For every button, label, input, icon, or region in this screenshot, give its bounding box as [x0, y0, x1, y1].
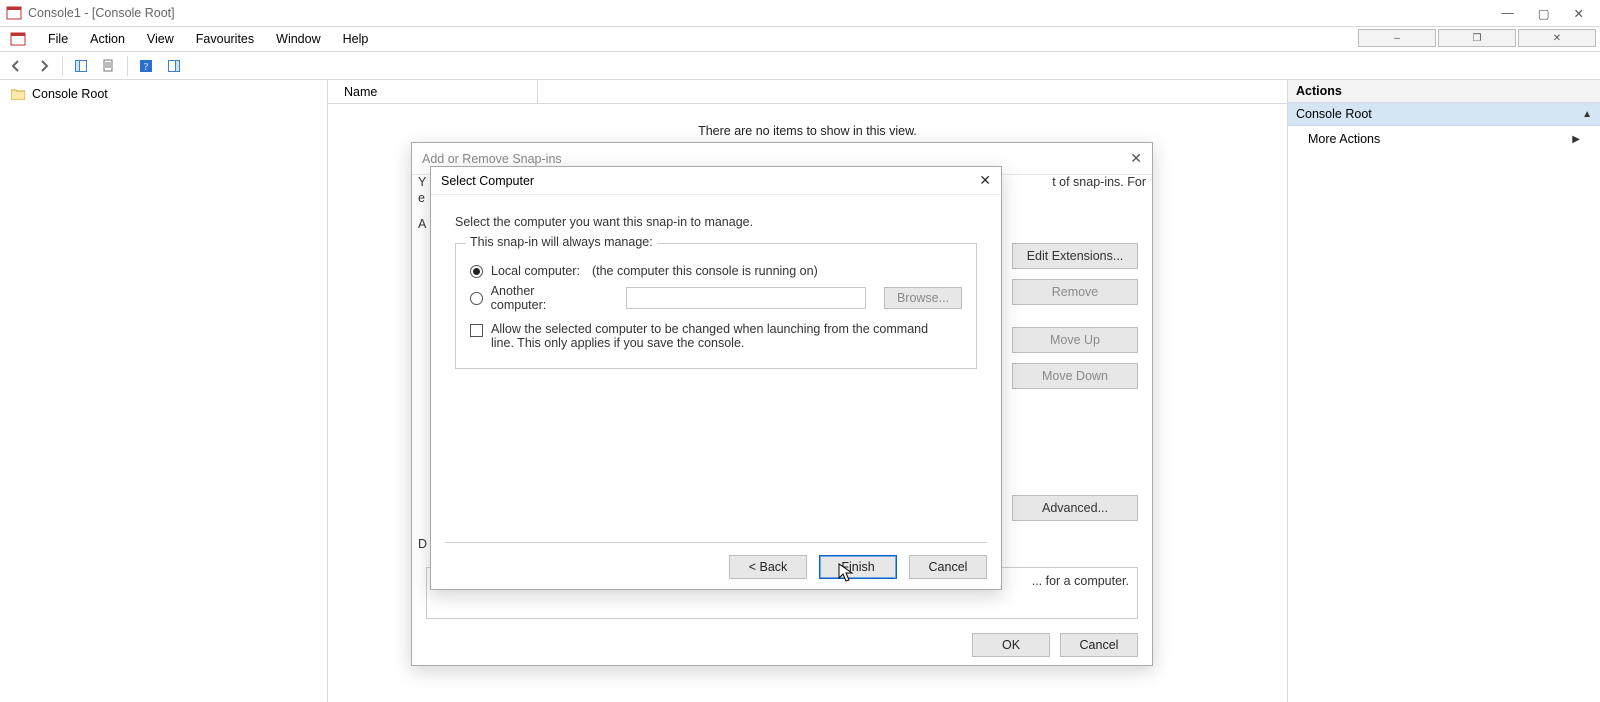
help-button[interactable]: ?: [134, 54, 158, 78]
back-button[interactable]: [4, 54, 28, 78]
mdi-minimize[interactable]: ‒: [1358, 29, 1436, 47]
tree-item-console-root[interactable]: Console Root: [6, 84, 321, 104]
scope-tree[interactable]: Console Root: [0, 80, 328, 702]
checkbox-icon[interactable]: [470, 324, 483, 337]
mdi-controls: ‒ ❐ ✕: [1358, 29, 1596, 47]
dialog-intro-1b: t of snap-ins. For: [1052, 175, 1146, 189]
mdi-restore[interactable]: ❐: [1438, 29, 1516, 47]
empty-list-text: There are no items to show in this view.: [328, 124, 1287, 138]
allow-change-label: Allow the selected computer to be change…: [491, 322, 931, 350]
actions-header: Actions: [1288, 80, 1600, 103]
dialog-intro-1: Y: [418, 175, 426, 189]
more-actions-label: More Actions: [1308, 132, 1380, 146]
mmc-icon: [10, 31, 26, 47]
advanced-button[interactable]: Advanced...: [1012, 495, 1138, 521]
list-header: Name: [328, 80, 1287, 104]
forward-button[interactable]: [32, 54, 56, 78]
cancel-button[interactable]: Cancel: [909, 555, 987, 579]
menu-view[interactable]: View: [147, 32, 174, 46]
mmc-icon: [6, 5, 22, 21]
computer-name-input[interactable]: [626, 287, 866, 309]
radio-local-hint: (the computer this console is running on…: [592, 264, 818, 278]
dialog-intro-2: e: [418, 191, 425, 205]
separator: [127, 56, 128, 76]
collapse-icon[interactable]: ▲: [1582, 109, 1592, 120]
menu-action[interactable]: Action: [90, 32, 125, 46]
dialog-side-buttons: Edit Extensions... Remove Move Up Move D…: [1012, 243, 1138, 399]
separator: [445, 542, 987, 543]
show-hide-tree-button[interactable]: [69, 54, 93, 78]
column-name[interactable]: Name: [338, 80, 538, 103]
radio-local-label: Local computer:: [491, 264, 580, 278]
folder-icon: [10, 86, 26, 102]
description-label: D: [418, 537, 427, 551]
chevron-right-icon: ▶: [1572, 134, 1580, 145]
radio-icon[interactable]: [470, 265, 483, 278]
toolbar: ?: [0, 52, 1600, 80]
menu-bar: File Action View Favourites Window Help …: [0, 26, 1600, 52]
move-down-button[interactable]: Move Down: [1012, 363, 1138, 389]
menu-file[interactable]: File: [48, 32, 68, 46]
menu-favourites[interactable]: Favourites: [196, 32, 254, 46]
actions-group-label: Console Root: [1296, 107, 1372, 121]
group-legend: This snap-in will always manage:: [466, 235, 657, 249]
more-actions[interactable]: More Actions ▶: [1288, 126, 1600, 152]
maximize-icon[interactable]: ▢: [1538, 6, 1550, 21]
dialog-footer: OK Cancel: [412, 625, 1152, 665]
allow-change-checkbox-row[interactable]: Allow the selected computer to be change…: [470, 322, 962, 350]
radio-other-label: Another computer:: [491, 284, 591, 312]
edit-extensions-button[interactable]: Edit Extensions...: [1012, 243, 1138, 269]
close-icon[interactable]: ✕: [1574, 6, 1584, 21]
ok-button[interactable]: OK: [972, 633, 1050, 657]
export-list-button[interactable]: [97, 54, 121, 78]
radio-another-computer[interactable]: Another computer: Browse...: [470, 284, 962, 312]
browse-button[interactable]: Browse...: [884, 287, 962, 309]
select-computer-dialog: Select Computer ✕ Select the computer yo…: [430, 166, 1002, 590]
tree-item-label: Console Root: [32, 87, 108, 101]
dialog-prompt: Select the computer you want this snap-i…: [455, 215, 977, 229]
window-title: Console1 - [Console Root]: [28, 6, 175, 20]
menu-help[interactable]: Help: [343, 32, 369, 46]
dialog-titlebar[interactable]: Select Computer ✕: [431, 167, 1001, 195]
minimize-icon[interactable]: —: [1501, 6, 1514, 21]
dialog-close-icon[interactable]: ✕: [979, 172, 991, 189]
mdi-close[interactable]: ✕: [1518, 29, 1596, 47]
dialog-title: Add or Remove Snap-ins: [422, 152, 562, 166]
dialog-footer: < Back Finish Cancel: [729, 555, 987, 579]
remove-button[interactable]: Remove: [1012, 279, 1138, 305]
cancel-button[interactable]: Cancel: [1060, 633, 1138, 657]
manage-group: This snap-in will always manage: Local c…: [455, 243, 977, 369]
actions-pane: Actions Console Root ▲ More Actions ▶: [1288, 80, 1600, 702]
dialog-close-icon[interactable]: ✕: [1130, 150, 1142, 167]
separator: [62, 56, 63, 76]
back-button[interactable]: < Back: [729, 555, 807, 579]
svg-text:?: ?: [144, 62, 149, 73]
available-label: A: [418, 217, 426, 231]
radio-local-computer[interactable]: Local computer: (the computer this conso…: [470, 264, 962, 278]
description-text: ... for a computer.: [1032, 574, 1129, 588]
finish-button[interactable]: Finish: [819, 555, 897, 579]
menu-window[interactable]: Window: [276, 32, 320, 46]
window-titlebar: Console1 - [Console Root] — ▢ ✕: [0, 0, 1600, 26]
move-up-button[interactable]: Move Up: [1012, 327, 1138, 353]
actions-group[interactable]: Console Root ▲: [1288, 103, 1600, 126]
dialog-title: Select Computer: [441, 174, 534, 188]
show-hide-action-pane-button[interactable]: [162, 54, 186, 78]
radio-icon[interactable]: [470, 292, 483, 305]
